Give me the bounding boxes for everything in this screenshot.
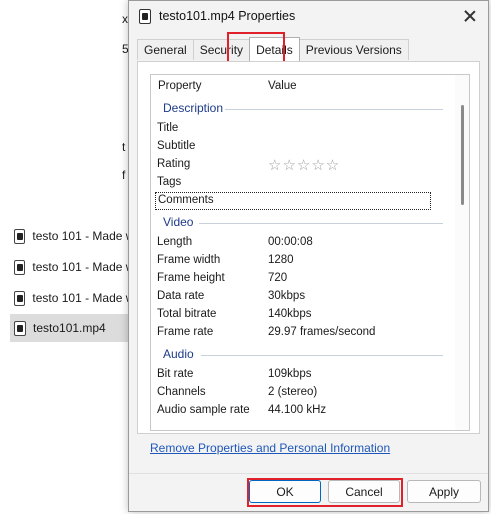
property-row-bit-rate[interactable]: Bit rate 109kbps bbox=[157, 366, 457, 384]
close-icon[interactable] bbox=[462, 7, 478, 25]
property-name: Data rate bbox=[157, 290, 205, 302]
property-row-data-rate[interactable]: Data rate 30kbps bbox=[157, 288, 457, 306]
video-file-icon bbox=[14, 290, 26, 306]
remove-properties-link[interactable]: Remove Properties and Personal Informati… bbox=[150, 441, 390, 455]
property-name: Frame rate bbox=[157, 326, 214, 338]
file-item[interactable]: testo 101 - Made w bbox=[10, 222, 128, 250]
group-header-video: Video bbox=[163, 214, 443, 232]
details-tab-highlight bbox=[227, 32, 285, 63]
property-value: 00:00:08 bbox=[268, 236, 313, 248]
property-list[interactable]: Property Value Description Title Subtitl… bbox=[150, 74, 470, 431]
file-item-selected[interactable]: testo101.mp4 bbox=[10, 314, 128, 342]
scrollbar-thumb[interactable] bbox=[461, 105, 464, 205]
property-row-frame-width[interactable]: Frame width 1280 bbox=[157, 252, 457, 270]
group-title: Audio bbox=[163, 347, 194, 361]
column-header-value[interactable]: Value bbox=[268, 80, 297, 92]
file-name: testo 101 - Made w bbox=[32, 291, 128, 305]
property-row-channels[interactable]: Channels 2 (stereo) bbox=[157, 384, 457, 402]
property-name: Subtitle bbox=[157, 140, 196, 152]
video-file-icon bbox=[14, 259, 26, 275]
video-file-icon bbox=[14, 320, 26, 336]
property-row-comments[interactable]: Comments bbox=[155, 192, 431, 210]
ok-button-highlight bbox=[247, 478, 403, 507]
property-row-subtitle[interactable]: Subtitle bbox=[157, 138, 457, 156]
dialog-title: testo101.mp4 Properties bbox=[159, 9, 296, 23]
property-row-total-bitrate[interactable]: Total bitrate 140kbps bbox=[157, 306, 457, 324]
property-name: Bit rate bbox=[157, 368, 194, 380]
property-name: Frame height bbox=[157, 272, 225, 284]
group-title: Video bbox=[163, 215, 194, 229]
vertical-scrollbar[interactable] bbox=[455, 75, 469, 430]
background-fragment: f bbox=[122, 168, 126, 182]
file-name: testo 101 - Made w bbox=[32, 260, 128, 274]
file-item[interactable]: testo 101 - Made w bbox=[10, 253, 128, 281]
tab-general[interactable]: General bbox=[137, 39, 194, 60]
group-title: Description bbox=[163, 101, 224, 115]
property-value: 44.100 kHz bbox=[268, 404, 327, 416]
details-panel: Property Value Description Title Subtitl… bbox=[137, 61, 480, 434]
video-file-icon bbox=[139, 9, 151, 24]
group-divider bbox=[201, 355, 443, 356]
title-bar[interactable]: testo101.mp4 Properties bbox=[129, 1, 488, 33]
column-header-property[interactable]: Property bbox=[158, 80, 201, 92]
property-value: 720 bbox=[268, 272, 288, 284]
group-divider bbox=[199, 223, 443, 224]
background-fragment: t bbox=[122, 140, 126, 154]
property-row-frame-rate[interactable]: Frame rate 29.97 frames/second bbox=[157, 324, 457, 342]
property-row-tags[interactable]: Tags bbox=[157, 174, 457, 192]
property-name: Length bbox=[157, 236, 193, 248]
file-item[interactable]: testo 101 - Made w bbox=[10, 284, 128, 312]
property-row-frame-height[interactable]: Frame height 720 bbox=[157, 270, 457, 288]
property-name: Comments bbox=[158, 194, 214, 206]
property-value: 2 (stereo) bbox=[268, 386, 318, 398]
property-value: 29.97 frames/second bbox=[268, 326, 376, 338]
group-header-audio: Audio bbox=[163, 346, 443, 364]
file-name: testo 101 - Made w bbox=[32, 229, 128, 243]
rating-stars-icon[interactable]: ☆☆☆☆☆ bbox=[268, 156, 340, 174]
property-name: Title bbox=[157, 122, 179, 134]
property-name: Tags bbox=[157, 176, 182, 188]
property-name: Audio sample rate bbox=[157, 404, 250, 416]
property-row-audio-sample-rate[interactable]: Audio sample rate 44.100 kHz bbox=[157, 402, 457, 420]
video-file-icon bbox=[14, 228, 26, 244]
property-row-title[interactable]: Title bbox=[157, 120, 457, 138]
property-value: 1280 bbox=[268, 254, 294, 266]
list-header: Property Value bbox=[151, 75, 469, 97]
property-name: Total bitrate bbox=[157, 308, 217, 320]
property-name: Channels bbox=[157, 386, 206, 398]
property-value: 30kbps bbox=[268, 290, 306, 302]
property-value: 109kbps bbox=[268, 368, 312, 380]
property-row-length[interactable]: Length 00:00:08 bbox=[157, 234, 457, 252]
property-row-rating[interactable]: Rating ☆☆☆☆☆ bbox=[157, 156, 457, 174]
property-name: Rating bbox=[157, 158, 191, 170]
file-name: testo101.mp4 bbox=[33, 321, 106, 335]
apply-button[interactable]: Apply bbox=[407, 480, 481, 503]
group-header-description: Description bbox=[163, 100, 443, 118]
property-value: 140kbps bbox=[268, 308, 312, 320]
properties-dialog: testo101.mp4 Properties General Security… bbox=[128, 0, 489, 512]
tab-previous-versions[interactable]: Previous Versions bbox=[298, 39, 409, 60]
group-divider bbox=[225, 109, 443, 110]
property-name: Frame width bbox=[157, 254, 221, 266]
